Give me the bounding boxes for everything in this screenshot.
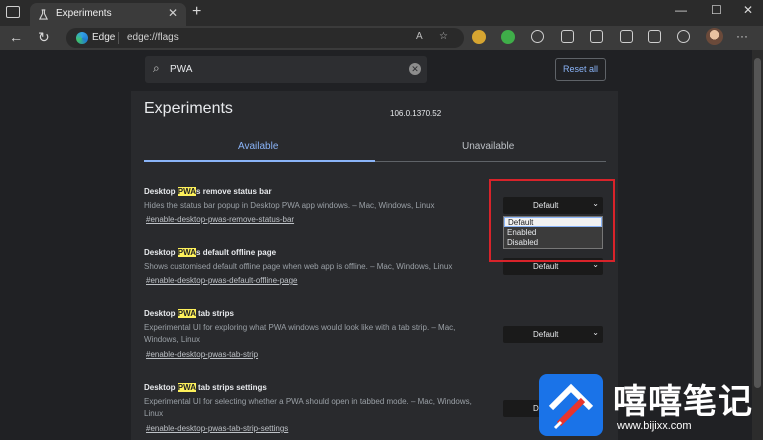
experiment-title: Desktop PWA tab strips <box>144 309 234 318</box>
experiment-link[interactable]: #enable-desktop-pwas-default-offline-pag… <box>146 276 298 285</box>
experiment-title: Desktop PWAs default offline page <box>144 248 276 257</box>
minimize-button[interactable]: — <box>675 3 687 17</box>
extension-2-icon[interactable] <box>501 30 515 44</box>
experiment-link[interactable]: #enable-desktop-pwas-tab-strip-settings <box>146 424 288 433</box>
collections-icon[interactable] <box>590 30 603 43</box>
watermark-logo <box>539 374 603 436</box>
extension-1-icon[interactable] <box>472 30 486 44</box>
experiment-title: Desktop PWA tab strips settings <box>144 383 267 392</box>
back-icon[interactable]: ← <box>9 29 23 45</box>
version-label: 106.0.1370.52 <box>390 109 442 118</box>
title-suffix: s default offline page <box>196 248 277 257</box>
title-suffix: s remove status bar <box>196 187 272 196</box>
new-tab-button[interactable]: + <box>192 3 201 21</box>
search-value[interactable]: PWA <box>170 64 192 75</box>
title-prefix: Desktop <box>144 309 178 318</box>
tab-title: Experiments <box>56 8 112 19</box>
refresh-icon[interactable]: ↻ <box>38 29 50 46</box>
experiment-link[interactable]: #enable-desktop-pwas-remove-status-bar <box>146 215 294 224</box>
experiment-link[interactable]: #enable-desktop-pwas-tab-strip <box>146 350 258 359</box>
browser-essentials-icon[interactable] <box>620 30 633 43</box>
page-title: Experiments <box>144 100 233 117</box>
experiment-select[interactable]: Default ⌄ <box>503 326 603 343</box>
title-suffix: tab strips <box>195 309 234 318</box>
close-window-button[interactable]: ✕ <box>743 3 753 17</box>
favorites-icon[interactable] <box>561 30 574 43</box>
edge-logo-icon <box>76 32 88 44</box>
experiment-description: Experimental UI for exploring what PWA w… <box>144 323 456 344</box>
flask-icon <box>38 9 49 20</box>
watermark-brand: 嘻嘻笔记 <box>613 382 753 422</box>
pen-house-logo-icon <box>548 383 594 430</box>
title-prefix: Desktop <box>144 187 178 196</box>
experiment-description: Experimental UI for selecting whether a … <box>144 397 472 418</box>
search-highlight: PWA <box>177 309 196 318</box>
share-icon[interactable] <box>648 30 661 43</box>
title-prefix: Desktop <box>144 248 178 257</box>
maximize-button[interactable]: ☐ <box>711 3 722 17</box>
watermark-site: www.bijixx.com <box>617 420 692 432</box>
copilot-icon[interactable] <box>677 30 690 43</box>
tab-active-indicator <box>144 160 375 162</box>
tab-experiments[interactable]: Experiments ✕ <box>30 3 186 26</box>
tab-close-icon[interactable]: ✕ <box>168 6 178 20</box>
address-bar[interactable]: Edge edge://flags A ☆ <box>66 28 464 48</box>
search-highlight: PWA <box>177 248 197 257</box>
select-value: Default <box>533 330 559 339</box>
more-menu-icon[interactable]: ··· <box>736 29 748 43</box>
experiment-title: Desktop PWAs remove status bar <box>144 187 272 196</box>
address-brand: Edge <box>92 32 116 43</box>
watermark: 嘻嘻笔记 www.bijixx.com <box>535 372 763 440</box>
scrollbar-thumb[interactable] <box>754 58 761 388</box>
chevron-down-icon: ⌄ <box>592 328 599 337</box>
tab-unavailable[interactable]: Unavailable <box>462 141 514 152</box>
favorite-icon[interactable]: ☆ <box>439 31 448 42</box>
title-bar: Experiments ✕ + — ☐ ✕ <box>0 0 763 26</box>
search-highlight: PWA <box>177 383 196 392</box>
address-divider <box>118 32 119 44</box>
experiment-description: Shows customised default offline page wh… <box>144 262 453 271</box>
search-icon: ⌕ <box>153 61 160 75</box>
read-aloud-icon[interactable]: A <box>416 31 423 42</box>
select-value: Default <box>533 262 559 271</box>
annotation-highlight-box <box>489 179 615 262</box>
search-input[interactable]: ⌕ PWA ✕ <box>145 56 427 83</box>
extensions-icon[interactable] <box>531 30 544 43</box>
avatar[interactable] <box>706 28 723 45</box>
clear-search-icon[interactable]: ✕ <box>409 63 421 75</box>
tab-available[interactable]: Available <box>238 141 278 152</box>
title-prefix: Desktop <box>144 383 178 392</box>
address-url[interactable]: edge://flags <box>127 32 179 43</box>
title-suffix: tab strips settings <box>195 383 267 392</box>
reset-all-button[interactable]: Reset all <box>555 58 606 81</box>
tab-actions-icon[interactable] <box>6 6 20 18</box>
search-highlight: PWA <box>177 187 197 196</box>
experiment-description: Hides the status bar popup in Desktop PW… <box>144 201 435 210</box>
